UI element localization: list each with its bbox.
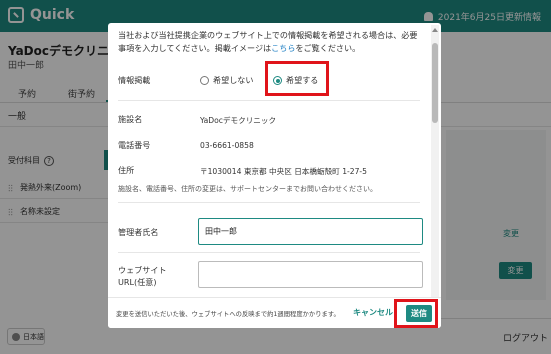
website-url-input[interactable] bbox=[198, 261, 423, 288]
section-divider bbox=[118, 202, 420, 203]
section-divider bbox=[118, 252, 420, 253]
radio-selected-icon bbox=[273, 76, 282, 85]
radio-circle-icon bbox=[200, 76, 209, 85]
send-button[interactable]: 送信 bbox=[406, 305, 432, 322]
website-label: ウェブサイト bbox=[118, 265, 167, 275]
phone-value: 03-6661-0858 bbox=[200, 141, 254, 150]
change-note: 施設名、電話番号、住所の変更は、サポートセンターまでお問い合わせください。 bbox=[118, 185, 377, 193]
section-divider bbox=[118, 100, 420, 101]
radio-no[interactable]: 希望しない bbox=[200, 75, 253, 86]
intro-text-tail: をご覧ください。 bbox=[295, 43, 361, 53]
dialog-footer: 変更を送信いただいた後、ウェブサイトへの反映まで約1週間程度かかります。 キャン… bbox=[108, 297, 441, 328]
footer-note: 変更を送信いただいた後、ウェブサイトへの反映まで約1週間程度かかります。 bbox=[116, 311, 340, 318]
facility-value: YaDocデモクリニック bbox=[200, 116, 277, 125]
radio-yes[interactable]: 希望する bbox=[273, 75, 318, 86]
radio-yes-label: 希望する bbox=[286, 75, 319, 85]
address-value: 〒1030014 東京都 中央区 日本橋蛎殻町 1-27-5 bbox=[200, 167, 367, 176]
info-publish-label: 情報掲載 bbox=[118, 75, 151, 85]
scroll-thumb[interactable] bbox=[432, 43, 438, 123]
intro-text-main: 当社および当社提携企業のウェブサイト上での情報掲載を希望される場合は、必要事項を… bbox=[118, 30, 418, 53]
sample-image-link[interactable]: こちら bbox=[271, 43, 295, 53]
manager-name-input[interactable] bbox=[198, 218, 423, 245]
dialog-body: 当社および当社提携企業のウェブサイト上での情報掲載を希望される場合は、必要事項を… bbox=[108, 23, 430, 308]
phone-label: 電話番号 bbox=[118, 140, 151, 150]
dialog-scrollbar[interactable] bbox=[431, 25, 439, 307]
website-label-url: URL(任意) bbox=[118, 277, 157, 287]
radio-no-label: 希望しない bbox=[213, 75, 254, 85]
manager-name-label: 管理者氏名 bbox=[118, 227, 159, 237]
cancel-button[interactable]: キャンセル bbox=[353, 307, 393, 318]
address-label: 住所 bbox=[118, 165, 135, 175]
scroll-up-icon[interactable] bbox=[432, 28, 438, 32]
intro-text: 当社および当社提携企業のウェブサイト上での情報掲載を希望される場合は、必要事項を… bbox=[118, 29, 420, 55]
facility-label: 施設名 bbox=[118, 114, 143, 124]
info-publish-dialog: 当社および当社提携企業のウェブサイト上での情報掲載を希望される場合は、必要事項を… bbox=[108, 23, 441, 328]
